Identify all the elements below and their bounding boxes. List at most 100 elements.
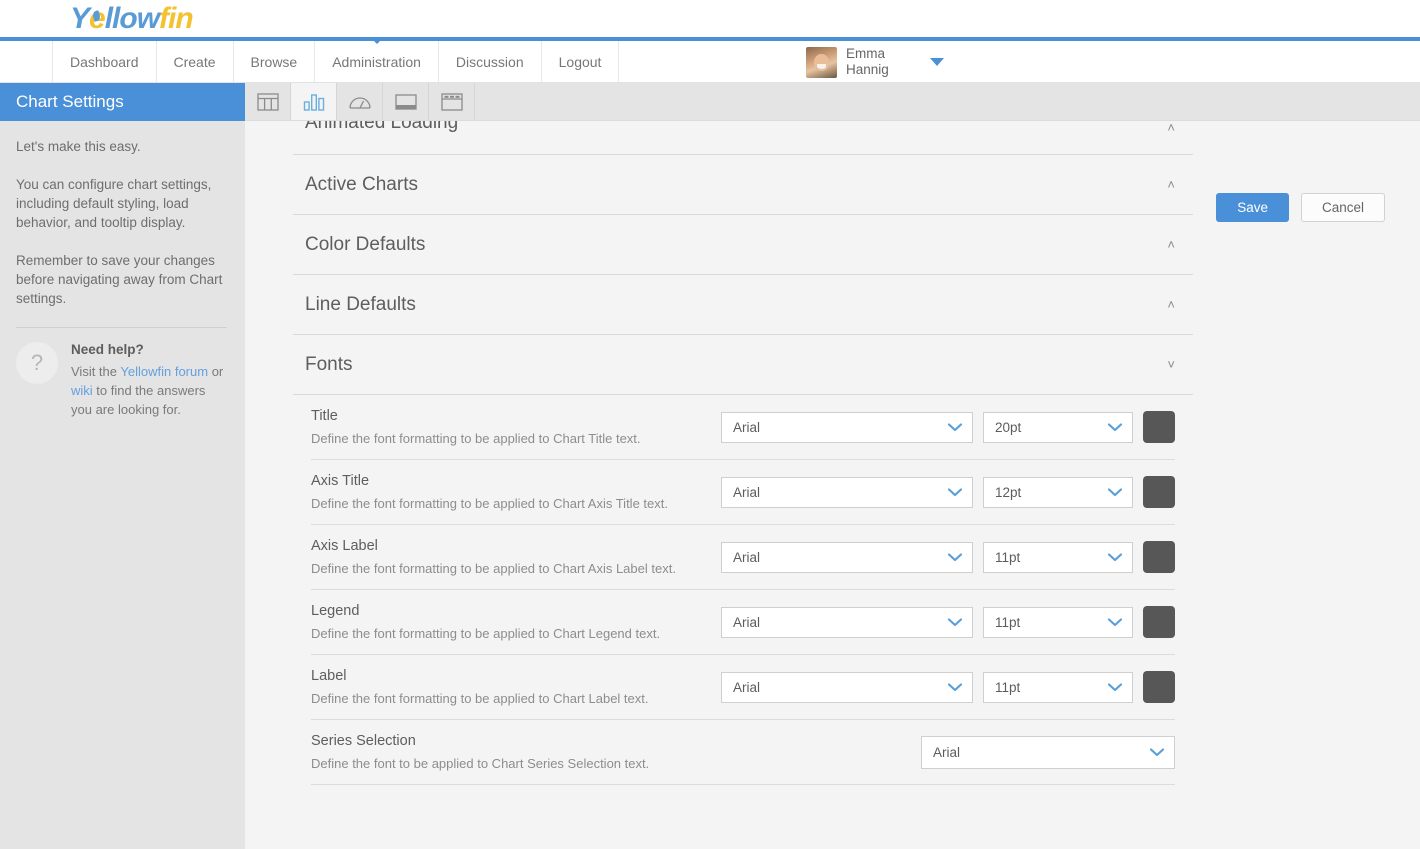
help-title: Need help? (71, 342, 144, 357)
font-family-select[interactable]: Arial (721, 411, 973, 443)
font-row: Legend Define the font formatting to be a… (311, 590, 1175, 655)
help-prefix: Visit the (71, 364, 121, 379)
forum-link[interactable]: Yellowfin forum (120, 364, 208, 379)
sidebar-divider (16, 327, 227, 328)
font-row-text: Label Define the font formatting to be ap… (311, 668, 721, 706)
font-row-label: Series Selection (311, 733, 416, 749)
question-mark-icon: ? (16, 342, 58, 384)
chevron-down-icon[interactable] (929, 58, 944, 66)
tab-chart[interactable] (291, 83, 337, 120)
font-row-text: Axis Label Define the font formatting to … (311, 538, 721, 576)
font-size-select[interactable]: 11pt (983, 541, 1133, 573)
help-text: Visit the Yellowfin forum or wiki to fin… (71, 362, 227, 419)
nav-item-dashboard[interactable]: Dashboard (52, 41, 157, 82)
sidebar-paragraph: Remember to save your changes before nav… (16, 253, 223, 306)
yellowfin-logo[interactable]: Yellowfin (70, 1, 194, 35)
font-family-select[interactable]: Arial (721, 671, 973, 703)
chevron-down-icon (947, 423, 963, 432)
font-size-value: 11pt (995, 614, 1021, 630)
font-row-controls: Arial 11pt (721, 541, 1175, 573)
nav-item-logout[interactable]: Logout (542, 41, 620, 82)
section-title: Animated Loading (305, 121, 459, 133)
sidebar-body: Let's make this easy. You can configure … (0, 121, 245, 419)
section-header-animated-loading[interactable]: Animated Loading ˄ (293, 121, 1193, 155)
tab-gauge[interactable] (337, 83, 383, 120)
user-menu[interactable]: Emma Hannig (806, 41, 944, 83)
settings-scroll-area[interactable]: Animated Loading ˄ Active Charts ˄ Color… (245, 121, 1420, 849)
font-size-value: 11pt (995, 549, 1021, 565)
font-family-value: Arial (733, 484, 761, 500)
font-row: Label Define the font formatting to be ap… (311, 655, 1175, 720)
tab-canvas[interactable] (383, 83, 429, 120)
chevron-down-icon (947, 683, 963, 692)
content-area: Save Cancel Animated Loading ˄ Active Ch… (245, 83, 1420, 849)
font-color-swatch[interactable] (1143, 606, 1175, 638)
font-family-select[interactable]: Arial (921, 735, 1175, 769)
fonts-rows: Title Define the font formatting to be ap… (293, 395, 1193, 793)
avatar (806, 46, 837, 78)
chevron-up-icon: ˄ (1167, 297, 1175, 312)
font-family-value: Arial (733, 614, 761, 630)
font-size-value: 20pt (995, 419, 1022, 435)
font-row-description: Define the font formatting to be applied… (311, 561, 676, 576)
section-header-fonts[interactable]: Fonts ˅ (293, 335, 1193, 395)
logo-letters-fin: fin (159, 1, 194, 35)
chevron-up-icon: ˄ (1167, 177, 1175, 192)
sidebar-paragraph: Let's make this easy. (16, 139, 141, 154)
sidebar: Chart Settings Let's make this easy. You… (0, 83, 245, 849)
nav-items: Dashboard Create Browse Administration Discu… (52, 37, 620, 82)
help-block: ? Need help? Visit the Yellowfin forum o… (16, 342, 227, 419)
nav-item-browse[interactable]: Browse (234, 41, 316, 82)
wiki-link[interactable]: wiki (71, 383, 93, 398)
font-size-select[interactable]: 20pt (983, 411, 1133, 443)
font-row-description: Define the font formatting to be applied… (311, 431, 641, 446)
help-middle: or (208, 364, 224, 379)
font-color-swatch[interactable] (1143, 411, 1175, 443)
font-size-select[interactable]: 12pt (983, 476, 1133, 508)
font-row: Axis Label Define the font formatting to … (311, 525, 1175, 590)
section-header-color-defaults[interactable]: Color Defaults ˄ (293, 215, 1193, 275)
section-title: Line Defaults (305, 293, 416, 315)
font-family-value: Arial (733, 679, 761, 695)
tab-table[interactable] (245, 83, 291, 120)
nav-item-administration[interactable]: Administration (315, 37, 439, 82)
font-row-label: Legend (311, 603, 360, 619)
font-row-text: Legend Define the font formatting to be a… (311, 603, 721, 641)
font-family-select[interactable]: Arial (721, 476, 973, 508)
section-header-active-charts[interactable]: Active Charts ˄ (293, 155, 1193, 215)
page-shell: Chart Settings Let's make this easy. You… (0, 83, 1420, 849)
font-row-controls: Arial 20pt (721, 411, 1175, 443)
section-header-map-settings[interactable]: Map Settings ˄ (293, 793, 1193, 849)
nav-item-discussion[interactable]: Discussion (439, 41, 542, 82)
section-title: Fonts (305, 353, 353, 375)
font-row-text: Title Define the font formatting to be ap… (311, 408, 721, 446)
dashboard-icon (440, 92, 463, 111)
logo-bar: Yellowfin (0, 0, 1420, 37)
font-family-select[interactable]: Arial (721, 541, 973, 573)
chevron-down-icon (1107, 488, 1123, 497)
chevron-down-icon (1107, 683, 1123, 692)
font-family-value: Arial (933, 744, 961, 760)
nav-item-label: Create (173, 53, 216, 70)
main-navigation: Dashboard Create Browse Administration Discu… (0, 37, 1420, 83)
font-size-value: 11pt (995, 679, 1021, 695)
font-row-label: Label (311, 668, 347, 684)
font-size-select[interactable]: 11pt (983, 606, 1133, 638)
nav-item-create[interactable]: Create (157, 41, 234, 82)
chevron-down-icon (1149, 748, 1165, 757)
chevron-down-icon (1107, 423, 1123, 432)
sidebar-paragraph: You can configure chart settings, includ… (16, 177, 212, 230)
tab-dashboard[interactable] (429, 83, 475, 120)
gauge-icon (348, 96, 371, 109)
font-color-swatch[interactable] (1143, 476, 1175, 508)
font-row-controls: Arial (921, 735, 1175, 769)
font-row-label: Title (311, 408, 338, 424)
font-size-select[interactable]: 11pt (983, 671, 1133, 703)
active-nav-caret-icon (369, 37, 384, 44)
font-color-swatch[interactable] (1143, 541, 1175, 573)
font-color-swatch[interactable] (1143, 671, 1175, 703)
chevron-down-icon (947, 618, 963, 627)
section-header-line-defaults[interactable]: Line Defaults ˄ (293, 275, 1193, 335)
question-mark-glyph: ? (30, 350, 44, 375)
font-family-select[interactable]: Arial (721, 606, 973, 638)
